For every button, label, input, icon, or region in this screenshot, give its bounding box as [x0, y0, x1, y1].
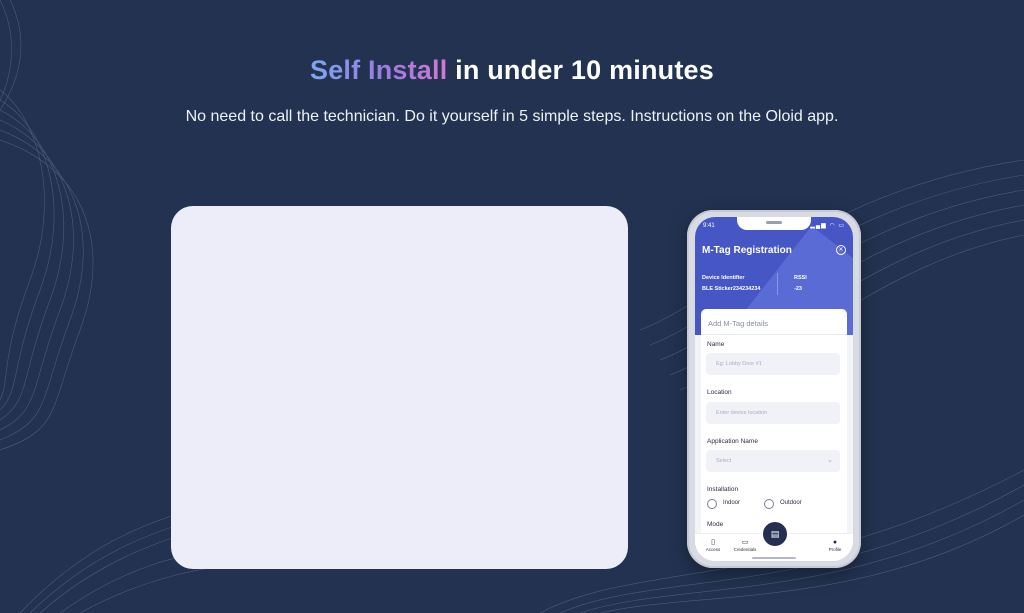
scan-icon: ▤	[770, 529, 780, 539]
app-title: M-Tag Registration	[702, 245, 792, 256]
location-input[interactable]: Enter device location	[706, 402, 840, 424]
phone-mockup: 9:41 ▂▄▆ ◠ ▭ M-Tag Registration ✕ Device…	[687, 210, 861, 568]
header-divider	[777, 273, 778, 295]
indoor-radio[interactable]	[707, 499, 717, 509]
chevron-down-icon: ⌄	[827, 457, 833, 464]
nav-profile[interactable]: ● Profile	[820, 538, 850, 552]
hero-title-rest: in under 10 minutes	[447, 55, 714, 85]
hero-title: Self Install in under 10 minutes	[0, 55, 1024, 86]
hero-subtitle: No need to call the technician. Do it yo…	[185, 108, 839, 125]
hero-title-highlight: Self Install	[309, 55, 448, 85]
name-input[interactable]: Eg: Lobby Door #1	[706, 353, 840, 375]
device-identifier-label: Device Identifier	[702, 275, 745, 281]
video-placeholder[interactable]	[171, 206, 628, 569]
application-select-value: Select	[716, 458, 732, 464]
phone-screen: 9:41 ▂▄▆ ◠ ▭ M-Tag Registration ✕ Device…	[695, 217, 853, 561]
status-time: 9:41	[703, 223, 715, 229]
status-icons: ▂▄▆ ◠ ▭	[810, 223, 845, 229]
nav-credentials-label: Credentials	[733, 547, 757, 552]
mtag-form-card: Add M-Tag details Name Eg: Lobby Door #1…	[701, 309, 847, 541]
close-icon[interactable]: ✕	[836, 245, 846, 255]
nav-profile-label: Profile	[828, 547, 842, 552]
installation-label: Installation	[707, 486, 739, 493]
phone-notch	[737, 217, 811, 230]
outdoor-radio[interactable]	[764, 499, 774, 509]
nav-access-label: Access	[705, 547, 721, 552]
speaker-grille	[766, 221, 782, 224]
home-indicator	[752, 557, 796, 559]
outdoor-label: Outdoor	[780, 500, 802, 506]
indoor-label: Indoor	[723, 500, 741, 506]
access-icon: ▯	[711, 539, 715, 546]
location-label: Location	[707, 389, 732, 396]
form-divider	[701, 334, 847, 335]
mode-label: Mode	[707, 521, 724, 528]
form-title: Add M-Tag details	[708, 319, 769, 328]
device-identifier-value: BLE Sticker234234234	[702, 286, 761, 292]
name-label: Name	[707, 341, 725, 348]
rssi-value: -23	[794, 286, 802, 292]
rssi-label: RSSI	[794, 275, 807, 281]
profile-icon: ●	[832, 539, 838, 546]
nav-access[interactable]: ▯ Access	[698, 538, 728, 552]
scan-button[interactable]: ▤	[761, 520, 789, 548]
nav-credentials[interactable]: ▭ Credentials	[730, 538, 760, 552]
application-name-select[interactable]: Select ⌄	[706, 450, 840, 472]
credentials-icon: ▭	[741, 539, 749, 546]
application-name-label: Application Name	[707, 438, 758, 445]
